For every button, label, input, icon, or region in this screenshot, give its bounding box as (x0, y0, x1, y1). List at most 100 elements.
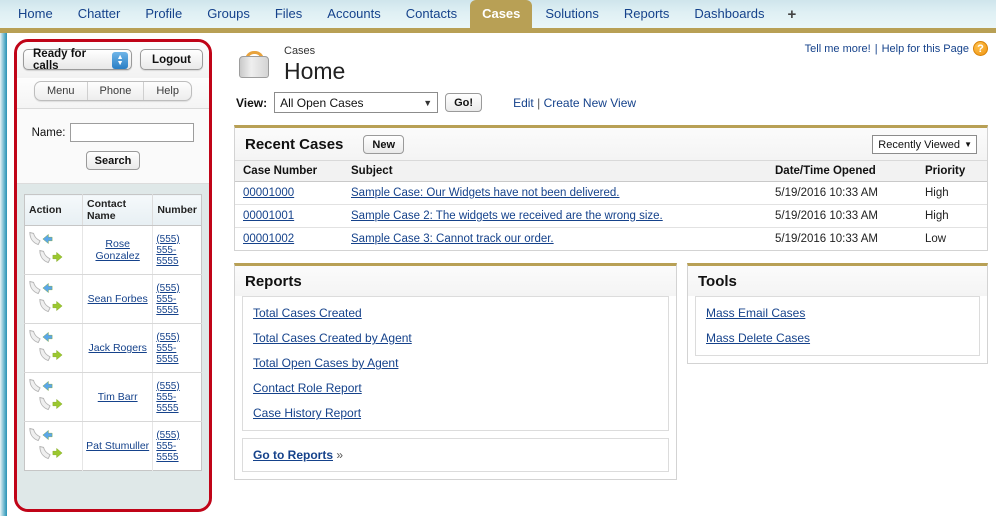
contacts-col-number: Number (152, 194, 202, 226)
incoming-call-icon[interactable] (28, 328, 54, 346)
reports-link-list: Total Cases Created Total Cases Created b… (242, 296, 669, 431)
report-link[interactable]: Total Cases Created by Agent (253, 331, 658, 345)
view-links-separator: | (537, 95, 541, 110)
contact-number-link[interactable]: (555) (156, 283, 198, 294)
go-button[interactable]: Go! (445, 93, 483, 112)
tool-link[interactable]: Mass Email Cases (706, 306, 969, 320)
report-link[interactable]: Case History Report (253, 406, 658, 420)
chevron-down-icon: ▼ (423, 97, 433, 108)
report-link[interactable]: Total Open Cases by Agent (253, 356, 658, 370)
contact-number-link[interactable]: 5555 (156, 305, 198, 316)
go-to-reports-link[interactable]: Go to Reports (253, 448, 333, 462)
nav-tab-solutions[interactable]: Solutions (533, 0, 610, 28)
contact-name-link[interactable]: Sean Forbes (88, 293, 148, 305)
incoming-call-icon[interactable] (28, 426, 54, 444)
case-number-cell: 00001001 (235, 204, 343, 228)
contact-number-link[interactable]: 555- (156, 343, 198, 354)
case-number-link[interactable]: 00001002 (243, 233, 294, 245)
outgoing-call-icon[interactable] (38, 297, 64, 315)
contact-name-link[interactable]: Tim Barr (98, 391, 138, 403)
contact-number-link[interactable]: (555) (156, 332, 198, 343)
col-case-number[interactable]: Case Number (235, 160, 343, 182)
case-row: 00001001 Sample Case 2: The widgets we re… (235, 204, 987, 228)
tell-me-more-link[interactable]: Tell me more! (805, 43, 871, 55)
search-button[interactable]: Search (85, 151, 141, 170)
logout-button[interactable]: Logout (140, 49, 203, 70)
contact-number-cell: (555) 555- 5555 (152, 323, 202, 373)
view-selector-row: View: All Open Cases ▼ Go! Edit | Create… (234, 86, 988, 113)
softphone-tab-menu[interactable]: Menu (35, 82, 88, 100)
case-number-cell: 00001000 (235, 181, 343, 205)
incoming-call-icon[interactable] (28, 230, 54, 248)
tools-header: Tools (688, 266, 987, 296)
softphone-tab-phone[interactable]: Phone (88, 82, 145, 100)
nav-tab-chatter[interactable]: Chatter (66, 0, 133, 28)
nav-tab-groups[interactable]: Groups (195, 0, 262, 28)
case-number-cell: 00001002 (235, 228, 343, 251)
nav-tab-reports[interactable]: Reports (612, 0, 682, 28)
call-status-select[interactable]: Ready for calls ▲ ▼ (23, 48, 133, 72)
incoming-call-icon[interactable] (28, 279, 54, 297)
col-priority[interactable]: Priority (917, 160, 987, 182)
outgoing-call-icon[interactable] (38, 444, 64, 462)
recent-cases-title: Recent Cases (245, 136, 344, 153)
contact-row: Sean Forbes (555) 555- 5555 (24, 274, 202, 324)
page-help-links: Tell me more! | Help for this Page ? (805, 41, 988, 56)
outgoing-call-icon[interactable] (38, 395, 64, 413)
contact-name-link[interactable]: Rose Gonzalez (95, 238, 139, 262)
col-subject[interactable]: Subject (343, 160, 767, 182)
report-link[interactable]: Contact Role Report (253, 381, 658, 395)
col-date-opened[interactable]: Date/Time Opened (767, 160, 917, 182)
name-search-input[interactable] (70, 123, 195, 142)
nav-tab-contacts[interactable]: Contacts (394, 0, 469, 28)
contact-number-link[interactable]: 555- (156, 441, 198, 452)
new-case-button[interactable]: New (363, 135, 405, 154)
outgoing-call-icon[interactable] (38, 346, 64, 364)
tools-link-list: Mass Email Cases Mass Delete Cases (695, 296, 980, 356)
outgoing-call-icon[interactable] (38, 248, 64, 266)
help-for-this-page-link[interactable]: Help for this Page (882, 43, 969, 55)
case-opened-cell: 5/19/2016 10:33 AM (767, 181, 917, 205)
contact-number-link[interactable]: 555- (156, 294, 198, 305)
report-link[interactable]: Total Cases Created (253, 306, 658, 320)
contact-number-link[interactable]: 5555 (156, 256, 198, 267)
contact-action-cell (24, 372, 83, 422)
case-subject-link[interactable]: Sample Case 3: Cannot track our order. (351, 233, 554, 245)
nav-tab-home[interactable]: Home (6, 0, 65, 28)
tool-link[interactable]: Mass Delete Cases (706, 331, 969, 345)
case-subject-cell: Sample Case 3: Cannot track our order. (343, 228, 767, 251)
case-number-link[interactable]: 00001001 (243, 210, 294, 222)
contact-number-link[interactable]: (555) (156, 381, 198, 392)
contact-number-link[interactable]: 5555 (156, 354, 198, 365)
contact-number-link[interactable]: 5555 (156, 403, 198, 414)
edit-view-link[interactable]: Edit (513, 96, 534, 110)
contact-number-cell: (555) 555- 5555 (153, 422, 202, 471)
nav-tab-dashboards[interactable]: Dashboards (682, 0, 776, 28)
contact-number-link[interactable]: 555- (156, 245, 198, 256)
view-select[interactable]: All Open Cases ▼ (274, 92, 439, 113)
softphone-search-section: Name: Search (17, 109, 209, 184)
nav-tab-accounts[interactable]: Accounts (315, 0, 392, 28)
contact-number-link[interactable]: 5555 (156, 452, 198, 463)
softphone-tab-help[interactable]: Help (144, 82, 191, 100)
add-tab-button[interactable]: + (778, 3, 807, 28)
case-subject-link[interactable]: Sample Case: Our Widgets have not been d… (351, 187, 619, 199)
nav-tab-files[interactable]: Files (263, 0, 314, 28)
stepper-icon[interactable]: ▲ ▼ (112, 52, 129, 69)
incoming-call-icon[interactable] (28, 377, 54, 395)
case-subject-link[interactable]: Sample Case 2: The widgets we received a… (351, 210, 663, 222)
contact-number-link[interactable]: 555- (156, 392, 198, 403)
contact-name-link[interactable]: Pat Stumuller (86, 440, 149, 452)
nav-tab-profile[interactable]: Profile (133, 0, 194, 28)
nav-tab-cases[interactable]: Cases (470, 0, 533, 28)
recent-cases-filter-select[interactable]: Recently Viewed ▼ (872, 135, 977, 154)
contact-number-link[interactable]: (555) (156, 234, 198, 245)
help-question-icon[interactable]: ? (973, 41, 988, 56)
recent-cases-panel: Recent Cases New Recently Viewed ▼ Case … (234, 125, 988, 251)
page-title: Home (284, 58, 346, 84)
contact-number-link[interactable]: (555) (156, 430, 198, 441)
case-number-link[interactable]: 00001000 (243, 187, 294, 199)
view-action-links: Edit | Create New View (513, 96, 636, 110)
create-new-view-link[interactable]: Create New View (544, 96, 636, 110)
contact-name-link[interactable]: Jack Rogers (88, 342, 146, 354)
